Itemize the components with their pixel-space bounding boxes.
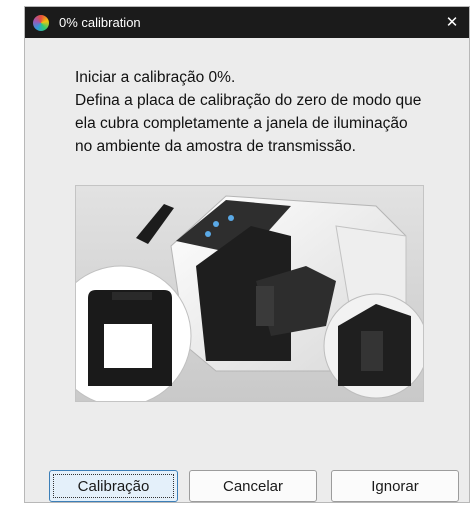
instruction-text: Iniciar a calibração 0%. Defina a placa … — [75, 66, 425, 158]
instrument-illustration — [75, 185, 424, 402]
calibrate-button-label: Calibração — [77, 477, 150, 495]
title-bar: 0% calibration ✕ — [25, 7, 469, 38]
cancel-button-label: Cancelar — [222, 477, 284, 495]
cancel-button[interactable]: Cancelar — [189, 470, 317, 502]
close-button[interactable]: ✕ — [443, 12, 461, 32]
instruction-line-1: Iniciar a calibração 0%. — [75, 69, 236, 86]
instruction-line-2: Defina a placa de calibração do zero de … — [75, 92, 422, 155]
window-title: 0% calibration — [59, 15, 141, 30]
ignore-button[interactable]: Ignorar — [331, 470, 459, 502]
button-bar: Calibração Cancelar Ignorar — [25, 466, 471, 504]
spectrophotometer-image — [76, 186, 423, 401]
calibrate-button[interactable]: Calibração — [49, 470, 178, 502]
color-wheel-icon — [33, 14, 49, 31]
calibration-dialog: 0% calibration ✕ Iniciar a calibração 0%… — [24, 6, 470, 503]
ignore-button-label: Ignorar — [371, 477, 419, 495]
